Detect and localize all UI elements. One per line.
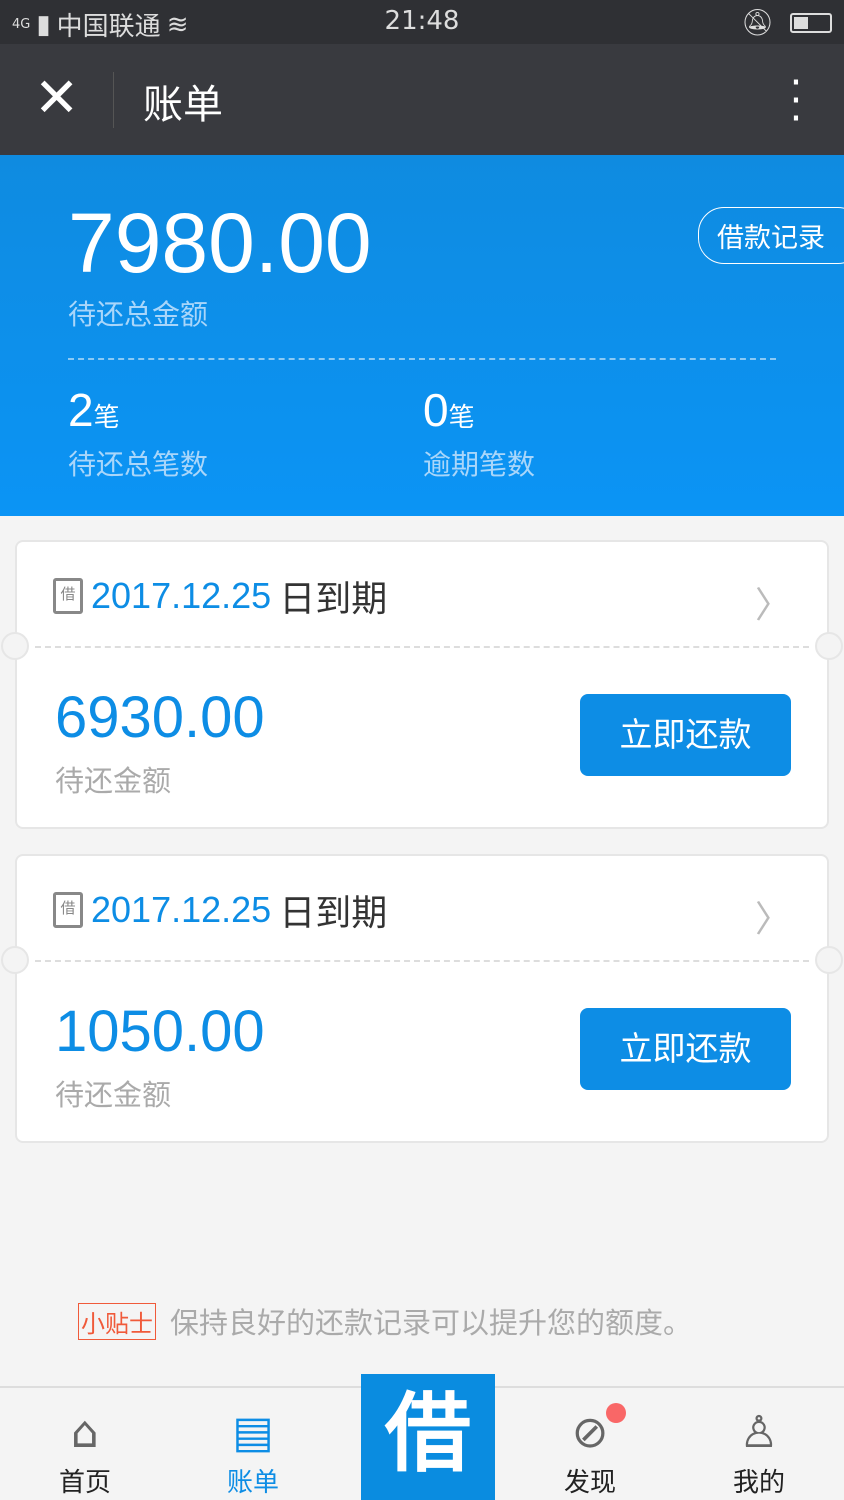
pending-label: 待还总笔数 xyxy=(68,448,209,481)
page-title: 账单 xyxy=(143,82,223,128)
divider xyxy=(113,72,114,128)
pending-count: 2笔 xyxy=(68,384,120,436)
total-label: 待还总金额 xyxy=(68,298,209,331)
tip-text: 保持良好的还款记录可以提升您的额度。 xyxy=(170,1306,693,1340)
close-icon[interactable]: ✕ xyxy=(34,66,79,130)
loan-receipt-icon: 借 xyxy=(53,892,83,928)
bill-card[interactable]: 借 2017.12.25 日到期 〉 6930.00 待还金额 立即还款 xyxy=(1,540,843,829)
bill-amount: 6930.00 xyxy=(55,685,265,750)
bill-amount-label: 待还金额 xyxy=(55,764,172,798)
overdue-count: 0笔 xyxy=(423,384,475,436)
mute-bell-icon: 🔕︎ xyxy=(740,8,774,38)
due-date: 借 2017.12.25 日到期 xyxy=(53,570,387,622)
tab-discover[interactable]: ⊘ 发现 xyxy=(530,1404,650,1499)
divider xyxy=(68,358,776,360)
summary-panel: 7980.00 待还总金额 借款记录 2笔 待还总笔数 0笔 逾期笔数 xyxy=(0,155,844,516)
due-date: 借 2017.12.25 日到期 xyxy=(53,884,387,936)
compass-icon: ⊘ xyxy=(571,1407,609,1458)
clipboard-icon: ▤ xyxy=(232,1407,274,1458)
bill-amount: 1050.00 xyxy=(55,999,265,1064)
loan-receipt-icon: 借 xyxy=(53,578,83,614)
divider xyxy=(35,646,809,648)
tab-borrow[interactable]: 借 xyxy=(361,1374,495,1500)
notch xyxy=(1,632,29,660)
pay-now-button[interactable]: 立即还款 xyxy=(580,694,791,776)
clock: 21:48 xyxy=(384,6,460,36)
chevron-right-icon[interactable]: 〉 xyxy=(755,890,791,942)
loan-records-button[interactable]: 借款记录 xyxy=(698,207,844,264)
notch xyxy=(815,946,843,974)
tip: 小贴士 保持良好的还款记录可以提升您的额度。 xyxy=(78,1300,692,1342)
home-icon: ⌂ xyxy=(71,1407,99,1458)
more-icon[interactable]: · · · xyxy=(788,63,804,139)
notch xyxy=(1,946,29,974)
status-bar: 4G ▮ 中国联通 ≋ 21:48 🔕︎ xyxy=(0,0,844,44)
pay-now-button[interactable]: 立即还款 xyxy=(580,1008,791,1090)
tab-bills[interactable]: ▤ 账单 xyxy=(193,1404,313,1499)
battery-icon xyxy=(790,13,832,33)
divider xyxy=(35,960,809,962)
bill-card[interactable]: 借 2017.12.25 日到期 〉 1050.00 待还金额 立即还款 xyxy=(1,854,843,1143)
total-amount: 7980.00 xyxy=(68,196,372,290)
tab-mine[interactable]: ♙ 我的 xyxy=(699,1404,819,1499)
nav-bar: ✕ 账单 · · · xyxy=(0,44,844,155)
chevron-right-icon[interactable]: 〉 xyxy=(755,576,791,628)
tip-badge: 小贴士 xyxy=(78,1302,156,1340)
overdue-label: 逾期笔数 xyxy=(423,448,536,481)
user-icon: ♙ xyxy=(739,1407,779,1458)
bill-amount-label: 待还金额 xyxy=(55,1078,172,1112)
notification-dot xyxy=(606,1403,626,1423)
notch xyxy=(815,632,843,660)
tab-home[interactable]: ⌂ 首页 xyxy=(25,1404,145,1499)
